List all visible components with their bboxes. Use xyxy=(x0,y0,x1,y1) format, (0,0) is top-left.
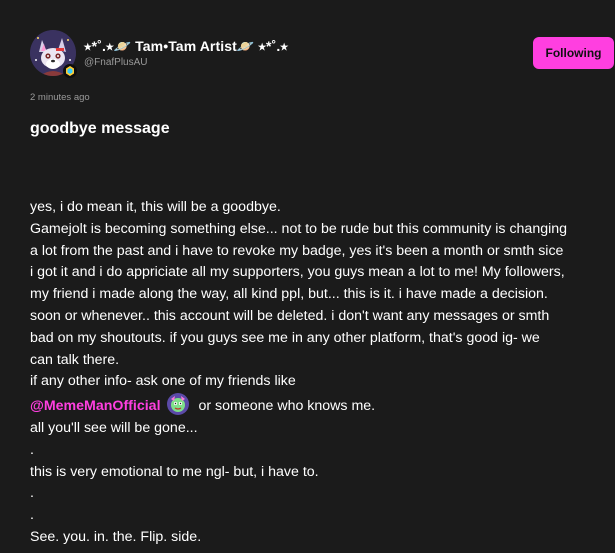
body-line: this is very emotional to me ngl- but, i… xyxy=(30,463,319,480)
body-line: See. you. in. the. Flip. side. xyxy=(30,528,202,545)
body-line: Gamejolt is becoming something else... n… xyxy=(30,220,568,237)
body-line: . xyxy=(30,507,34,524)
mention-suffix: or someone who knows me. xyxy=(194,398,376,415)
post-title: goodbye message xyxy=(30,120,170,137)
user-mention-link[interactable]: @MemeManOfficial xyxy=(30,398,161,414)
body-line: all you'll see will be gone... xyxy=(30,419,198,436)
body-line: soon or whenever.. this account will be … xyxy=(30,307,550,324)
author-username[interactable]: @FnafPlusAU xyxy=(84,57,148,68)
body-line: . xyxy=(30,485,34,502)
body-line: can talk there. xyxy=(30,351,120,368)
body-line: my friend i made along the way, all kind… xyxy=(30,286,548,303)
mention-line: @MemeManOfficial or someone who knows me… xyxy=(30,393,615,418)
body-line: bad on my shoutouts. if you guys see me … xyxy=(30,329,540,346)
verified-badge-icon xyxy=(63,64,77,78)
mention-avatar-icon[interactable] xyxy=(166,393,189,416)
post-container: ⭑*˚.⭑🪐 Tam•Tam Artist🪐 ⭑*˚.⭑ @FnafPlusAU… xyxy=(0,0,615,553)
post-timestamp: 2 minutes ago xyxy=(30,92,90,103)
body-line: if any other info- ask one of my friends… xyxy=(30,373,296,390)
body-line: yes, i do mean it, this will be a goodby… xyxy=(30,199,281,215)
following-button[interactable]: Following xyxy=(533,37,614,69)
post-body: yes, i do mean it, this will be a goodby… xyxy=(30,197,615,549)
body-line: . xyxy=(30,441,34,458)
body-line: a lot from the past and i have to revoke… xyxy=(30,242,564,259)
body-line: i got it and i do appriciate all my supp… xyxy=(30,264,565,281)
author-display-name[interactable]: ⭑*˚.⭑🪐 Tam•Tam Artist🪐 ⭑*˚.⭑ xyxy=(84,38,288,55)
